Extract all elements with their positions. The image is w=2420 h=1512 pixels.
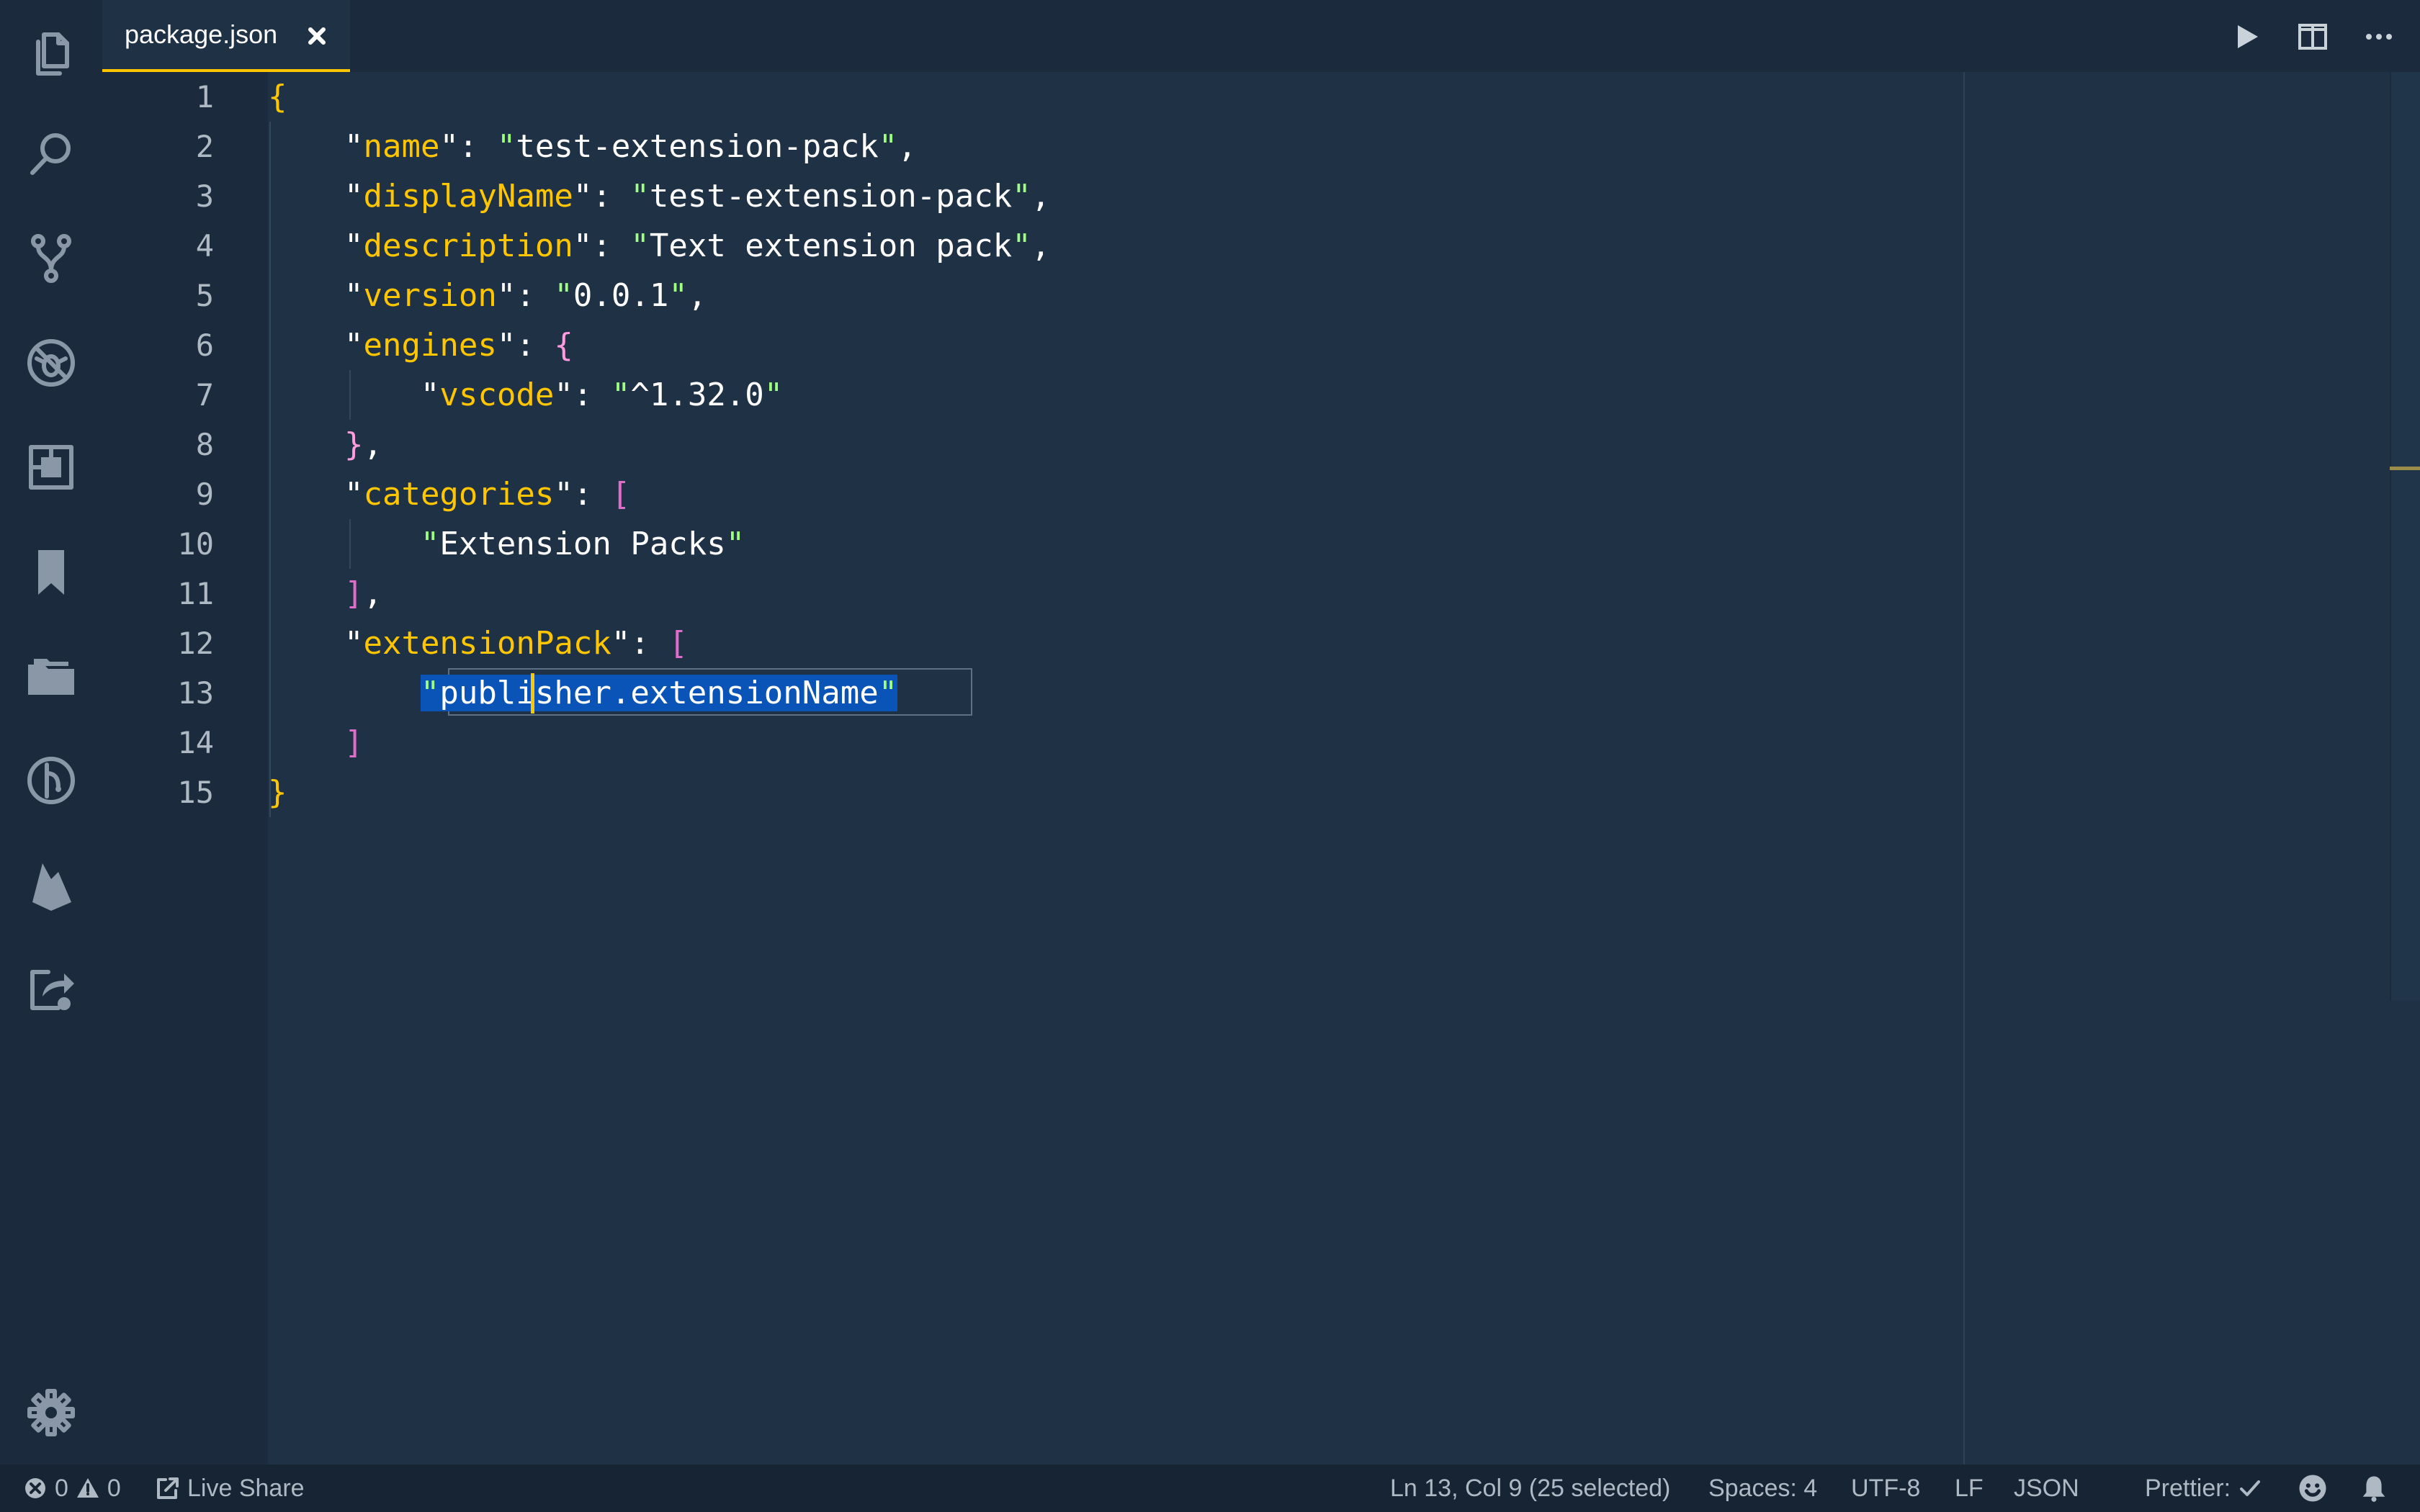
extensions-icon[interactable]	[19, 436, 83, 499]
line-number: 13	[177, 675, 214, 711]
scrollbar-marker	[2390, 467, 2420, 470]
code-line: {	[268, 78, 287, 115]
code-line: "vscode": "^1.32.0"	[420, 377, 784, 413]
code-line: "Extension Packs"	[420, 526, 745, 562]
live-share-icon[interactable]	[19, 958, 83, 1021]
editor-actions	[2220, 13, 2406, 60]
error-icon	[25, 1478, 45, 1498]
tab-label: package.json	[125, 19, 278, 49]
problems-indicator[interactable]: 0 0	[23, 1464, 121, 1512]
code-line: ]	[344, 724, 364, 761]
check-icon	[2240, 1480, 2261, 1496]
line-number: 12	[177, 626, 214, 661]
code-line: ],	[344, 575, 382, 612]
code-line: }	[268, 774, 287, 811]
selected-text: "publisher.extensionName"	[420, 675, 898, 711]
split-editor-icon[interactable]	[2286, 13, 2339, 60]
bookmarks-icon[interactable]	[19, 540, 83, 603]
code-line: "version": "0.0.1",	[344, 277, 707, 314]
vertical-scrollbar[interactable]	[2390, 72, 2420, 1001]
close-icon[interactable]	[298, 17, 336, 55]
line-number: 8	[195, 427, 214, 462]
debug-icon[interactable]	[19, 331, 83, 395]
code-line: "engines": {	[344, 327, 573, 364]
status-bar: 0 0 Live Share Ln 13, Col 9 (25 selected…	[0, 1464, 2420, 1512]
code-line: "categories": [	[344, 476, 631, 513]
explorer-icon[interactable]	[19, 22, 83, 85]
line-number: 2	[195, 129, 214, 164]
activity-bar	[0, 0, 102, 1464]
line-number: 7	[195, 377, 214, 413]
editor-ruler	[1963, 72, 1965, 1464]
tab-bar: package.json	[102, 0, 2420, 72]
line-number: 6	[195, 328, 214, 363]
gitlens-icon[interactable]	[19, 749, 83, 812]
code-line: "publisher.extensionName"	[268, 668, 898, 718]
end-of-line[interactable]: LF	[1955, 1464, 1984, 1512]
live-share-status-icon	[157, 1477, 179, 1499]
prettier-status[interactable]: Prettier:	[2145, 1464, 2262, 1512]
line-number: 3	[195, 179, 214, 214]
warning-icon	[76, 1478, 99, 1498]
line-number: 15	[177, 775, 214, 810]
warning-count: 0	[107, 1474, 121, 1502]
line-number: 10	[177, 526, 214, 562]
line-number: 4	[195, 228, 214, 264]
firebase-icon[interactable]	[19, 853, 83, 917]
indentation-spaces[interactable]: Spaces: 4	[1708, 1464, 1817, 1512]
language-mode[interactable]: JSON	[2014, 1464, 2079, 1512]
project-manager-icon[interactable]	[19, 644, 83, 708]
line-number: 9	[195, 477, 214, 512]
line-number: 14	[177, 725, 214, 760]
code-line: "description": "Text extension pack",	[344, 228, 1051, 264]
cursor-position[interactable]: Ln 13, Col 9 (25 selected)	[1390, 1464, 1670, 1512]
source-control-icon[interactable]	[19, 227, 83, 290]
line-number-gutter: 1 2 3 4 5 6 7 8 9 10 11 12 13 14 15	[102, 72, 268, 1464]
error-count: 0	[55, 1474, 68, 1502]
line-number: 11	[177, 576, 214, 611]
code-line: "displayName": "test-extension-pack",	[344, 178, 1051, 215]
line-number: 5	[195, 278, 214, 313]
live-share-label: Live Share	[187, 1474, 305, 1502]
line-number: 1	[195, 79, 214, 114]
code-line: },	[344, 426, 382, 463]
code-line: "extensionPack": [	[344, 625, 688, 662]
code-area[interactable]: { "name": "test-extension-pack", "displa…	[268, 72, 1996, 1464]
code-line: "name": "test-extension-pack",	[344, 128, 917, 165]
run-icon[interactable]	[2220, 13, 2273, 60]
feedback-smiley-icon[interactable]	[2298, 1464, 2328, 1512]
live-share-status[interactable]: Live Share	[156, 1464, 305, 1512]
notifications-bell-icon[interactable]	[2360, 1464, 2388, 1512]
search-icon[interactable]	[19, 122, 83, 186]
prettier-label: Prettier:	[2145, 1474, 2231, 1502]
file-encoding[interactable]: UTF-8	[1851, 1464, 1920, 1512]
editor[interactable]: 1 2 3 4 5 6 7 8 9 10 11 12 13 14 15 { "n…	[102, 72, 2420, 1464]
settings-gear-icon[interactable]	[19, 1381, 83, 1444]
text-cursor	[531, 673, 534, 714]
tab-package-json[interactable]: package.json	[102, 0, 350, 72]
more-actions-icon[interactable]	[2352, 13, 2406, 60]
